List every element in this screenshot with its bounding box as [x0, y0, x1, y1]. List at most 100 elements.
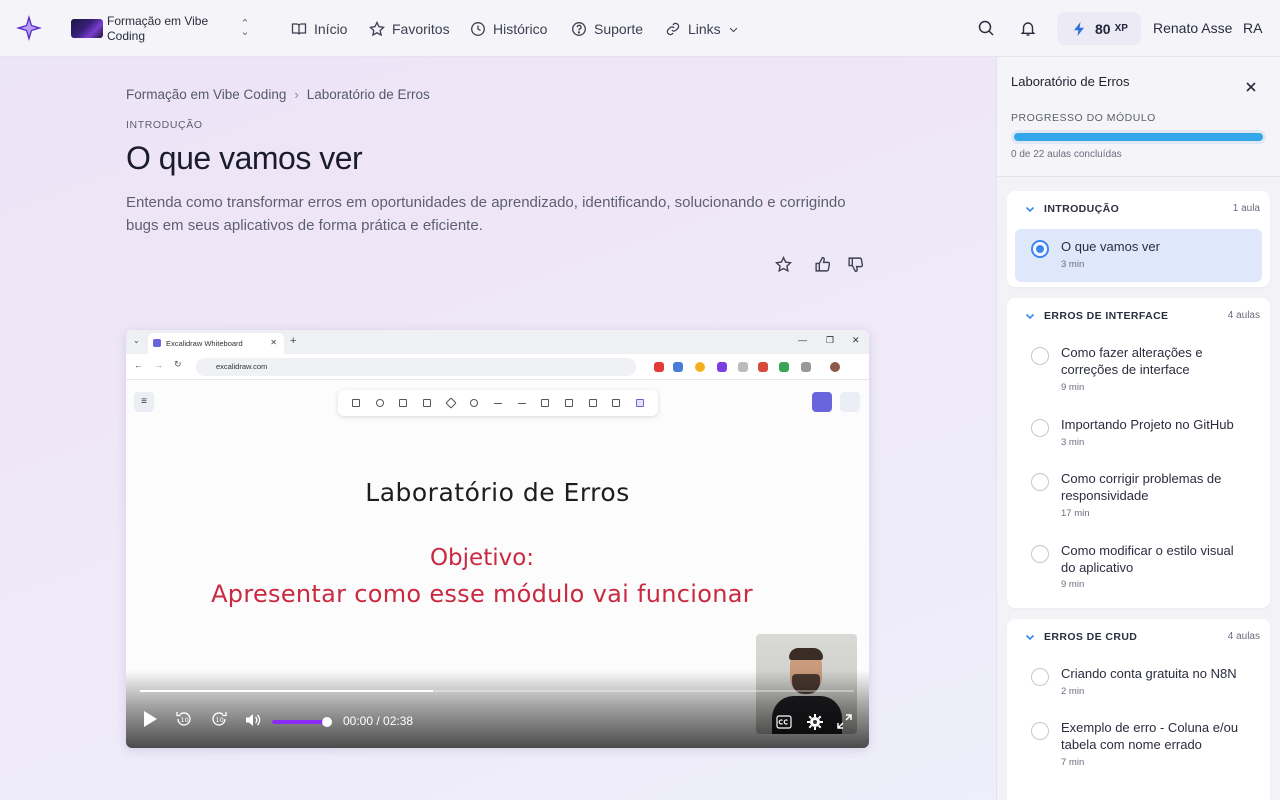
volume-level — [272, 720, 327, 724]
chevron-up-down-icon[interactable]: ⌃ ⌄ — [239, 19, 251, 38]
lesson-duration: 3 min — [1061, 437, 1085, 448]
lesson-item[interactable]: Exemplo de erro - Coluna e/ou tabela com… — [1015, 713, 1262, 777]
page-title: O que vamos ver — [126, 140, 363, 176]
nav-links[interactable]: Links — [665, 18, 739, 40]
avatar[interactable]: RA — [1243, 20, 1262, 36]
nav-label: Suporte — [594, 21, 644, 37]
play-icon[interactable] — [142, 710, 158, 728]
lesson-title: Importando Projeto no GitHub — [1061, 417, 1234, 432]
lesson-item[interactable]: Como fazer alterações e correções de int… — [1015, 338, 1262, 402]
volume-icon[interactable] — [244, 711, 262, 729]
xp-badge[interactable]: 80 XP — [1057, 12, 1141, 45]
profile-icon — [830, 362, 840, 372]
lesson-status-radio[interactable] — [1031, 473, 1049, 491]
lesson-duration: 17 min — [1061, 508, 1090, 519]
close-window-icon: ✕ — [852, 335, 860, 345]
lesson-title: Como modificar o estilo visual do aplica… — [1061, 543, 1234, 575]
lesson-group-erros-de-interface: ERROS DE INTERFACE 4 aulas Como fazer al… — [1007, 298, 1270, 608]
forward-icon: → — [154, 360, 163, 370]
lesson-status-radio[interactable] — [1031, 545, 1049, 563]
lesson-item[interactable]: Criando conta gratuita no N8N 2 min — [1015, 659, 1262, 709]
settings-gear-icon[interactable] — [807, 714, 823, 730]
restore-icon: ❐ — [826, 335, 835, 345]
nav-suporte[interactable]: Suporte — [571, 18, 643, 40]
section-label: INTRODUÇÃO — [126, 119, 203, 131]
text-icon — [565, 399, 574, 407]
chevron-down-icon — [1025, 313, 1035, 320]
extension-icon — [801, 362, 811, 372]
bell-icon[interactable] — [1019, 19, 1037, 37]
lesson-status-radio[interactable] — [1031, 347, 1049, 365]
sidebar-header: Laboratório de Erros PROGRESSO DO MÓDULO… — [997, 57, 1280, 177]
group-count: 1 aula — [1232, 203, 1260, 214]
group-header[interactable]: INTRODUÇÃO 1 aula — [1007, 191, 1270, 227]
extension-icon — [758, 362, 768, 372]
video-seek-played — [140, 690, 433, 692]
plus-icon: + — [290, 335, 297, 347]
ellipse-icon — [470, 399, 479, 407]
module-progress-bar — [1011, 130, 1266, 144]
xp-unit: XP — [1114, 23, 1128, 34]
diamond-icon — [444, 397, 457, 409]
breadcrumb-module[interactable]: Laboratório de Erros — [307, 87, 430, 102]
video-time: 00:00 / 02:38 — [343, 714, 414, 728]
video-browser-addressbar: ← → ↻ excalidraw.com — [126, 354, 869, 380]
group-header[interactable]: ERROS DE CRUD 4 aulas — [1007, 619, 1270, 655]
lesson-status-radio[interactable] — [1031, 722, 1049, 740]
fullscreen-icon[interactable] — [837, 714, 852, 729]
lesson-title: Criando conta gratuita no N8N — [1061, 666, 1237, 681]
lesson-title: Como fazer alterações e correções de int… — [1061, 345, 1203, 377]
forward-10-icon[interactable]: 10 — [209, 709, 229, 729]
thumbs-down-icon[interactable] — [847, 256, 864, 273]
top-bar: Formação em Vibe Coding ⌃ ⌄ Início Favori… — [0, 0, 1280, 57]
lesson-item[interactable]: O que vamos ver 3 min — [1015, 229, 1262, 282]
breadcrumb-course[interactable]: Formação em Vibe Coding — [126, 87, 286, 102]
pointer-icon — [399, 399, 408, 407]
video-player[interactable]: ⌄ Excalidraw Whiteboard ✕ + — ❐ ✕ ← → ↻ … — [126, 330, 869, 748]
nav-label: Favoritos — [392, 21, 450, 37]
course-thumbnail[interactable] — [71, 19, 103, 38]
extension-icon — [673, 362, 683, 372]
rewind-10-icon[interactable]: 10 — [174, 709, 194, 729]
nav-inicio[interactable]: Início — [291, 18, 347, 40]
chevron-right-icon: › — [294, 87, 299, 102]
xp-value: 80 — [1095, 20, 1111, 37]
favorite-star-icon[interactable] — [775, 256, 792, 273]
captions-icon[interactable] — [776, 715, 792, 729]
user-name[interactable]: Renato Asse — [1153, 20, 1232, 36]
video-browser-tab: Excalidraw Whiteboard ✕ — [148, 333, 284, 354]
module-sidebar: Laboratório de Erros PROGRESSO DO MÓDULO… — [996, 57, 1280, 800]
video-seek-bar[interactable] — [140, 690, 854, 692]
volume-slider[interactable] — [272, 717, 332, 727]
group-title: INTRODUÇÃO — [1044, 203, 1120, 215]
browser-url: excalidraw.com — [196, 358, 636, 376]
course-name[interactable]: Formação em Vibe Coding — [107, 14, 217, 44]
share-icon — [812, 392, 832, 412]
line-icon — [517, 402, 526, 404]
lesson-status-radio[interactable] — [1031, 668, 1049, 686]
progress-label: PROGRESSO DO MÓDULO — [1011, 112, 1156, 124]
lesson-status-radio[interactable] — [1031, 240, 1049, 258]
extension-icon — [738, 362, 748, 372]
thumbs-up-icon[interactable] — [814, 256, 831, 273]
lesson-status-radio[interactable] — [1031, 419, 1049, 437]
close-icon[interactable] — [1244, 80, 1258, 94]
group-header[interactable]: ERROS DE INTERFACE 4 aulas — [1007, 298, 1270, 334]
breadcrumb: Formação em Vibe Coding › Laboratório de… — [126, 87, 430, 102]
close-icon: ✕ — [270, 338, 277, 347]
group-title: ERROS DE INTERFACE — [1044, 310, 1169, 322]
search-icon[interactable] — [977, 19, 995, 37]
lesson-item[interactable]: Como modificar o estilo visual do aplica… — [1015, 536, 1262, 600]
nav-favoritos[interactable]: Favoritos — [369, 18, 450, 40]
lesson-duration: 3 min — [1061, 259, 1085, 270]
volume-knob[interactable] — [322, 717, 332, 727]
nav-historico[interactable]: Histórico — [470, 18, 547, 40]
lesson-item[interactable]: Como corrigir problemas de responsividad… — [1015, 464, 1262, 528]
app-logo[interactable] — [14, 13, 44, 43]
lesson-item[interactable]: Importando Projeto no GitHub 3 min — [1015, 410, 1262, 460]
nav-label: Início — [314, 21, 348, 37]
chevron-down-icon: ⌄ — [133, 336, 140, 345]
hamburger-icon: ≡ — [134, 392, 154, 412]
lightning-icon — [1074, 21, 1084, 36]
chevron-down-icon — [729, 27, 737, 32]
